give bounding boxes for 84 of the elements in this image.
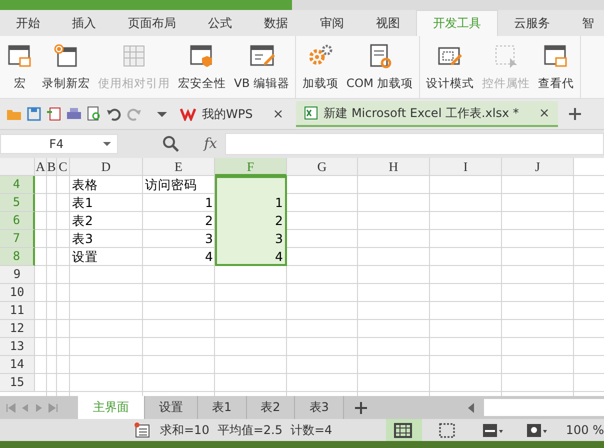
ribbon-tab[interactable]: 智 bbox=[566, 10, 604, 36]
notes-icon[interactable] bbox=[134, 422, 152, 438]
row-header[interactable]: 10 bbox=[0, 284, 35, 302]
table-cell-text: 表格 bbox=[71, 176, 99, 194]
column-header[interactable]: B bbox=[47, 158, 57, 176]
status-stat: 平均值=2.5 bbox=[217, 422, 282, 438]
table-cell: 3 bbox=[215, 230, 287, 248]
grid-view-icon bbox=[392, 421, 415, 439]
status-stat: 求和=10 bbox=[160, 422, 210, 438]
ribbon-button[interactable]: 宏安全性 bbox=[174, 36, 230, 98]
table-cell-text: 4 bbox=[204, 248, 214, 266]
add-tab-icon[interactable] bbox=[568, 107, 582, 121]
print-icon[interactable] bbox=[66, 106, 82, 122]
sheet-tab[interactable]: 主界面 bbox=[78, 396, 145, 419]
table-cell-text: 表3 bbox=[71, 230, 94, 248]
ribbon-button[interactable]: 录制新宏 bbox=[38, 36, 94, 98]
sheet-tab[interactable]: 表3 bbox=[295, 396, 344, 419]
column-header[interactable]: E bbox=[143, 158, 215, 176]
ribbon-button[interactable]: COM 加载项 bbox=[342, 36, 418, 98]
column-header[interactable]: J bbox=[502, 158, 574, 176]
ribbon-tab[interactable]: 云服务 bbox=[498, 10, 566, 36]
document-tab[interactable]: 新建 Microsoft Excel 工作表.xlsx * × bbox=[296, 101, 558, 127]
ribbon-tab[interactable]: 数据 bbox=[248, 10, 304, 36]
ribbon-button[interactable]: VB 编辑器 bbox=[230, 36, 294, 98]
layout-icon bbox=[480, 421, 503, 439]
ribbon-tab[interactable]: 开始 bbox=[0, 10, 56, 36]
wps-logo-icon bbox=[180, 107, 196, 121]
ribbon-button[interactable]: 查看代 bbox=[534, 36, 578, 98]
table-cell-text: 表2 bbox=[71, 212, 94, 230]
row-header[interactable]: 11 bbox=[0, 302, 35, 320]
sheet-tab[interactable]: 表1 bbox=[198, 396, 247, 419]
ribbon-tab[interactable]: 视图 bbox=[360, 10, 416, 36]
save-icon[interactable] bbox=[26, 106, 42, 122]
selected-cell[interactable] bbox=[215, 176, 287, 194]
view-button[interactable] bbox=[386, 419, 422, 441]
table-cell-text: 3 bbox=[204, 230, 214, 248]
table-cell: 4 bbox=[215, 248, 287, 266]
add-sheet-icon[interactable] bbox=[354, 401, 368, 415]
name-box[interactable]: F4 bbox=[0, 134, 118, 154]
table-cell: 2 bbox=[215, 212, 287, 230]
formula-input[interactable] bbox=[225, 133, 604, 155]
document-tab[interactable]: 我的WPS × bbox=[172, 101, 292, 127]
close-tab[interactable]: × bbox=[272, 106, 284, 122]
horizontal-scrollbar[interactable] bbox=[484, 399, 604, 416]
ribbon-tab[interactable]: 公式 bbox=[192, 10, 248, 36]
undo-icon[interactable] bbox=[106, 106, 122, 122]
sheet-tab[interactable]: 设置 bbox=[145, 396, 198, 419]
ribbon-tab[interactable]: 页面布局 bbox=[112, 10, 192, 36]
ribbon-button[interactable]: 加载项 bbox=[298, 36, 342, 98]
insert-function-button[interactable]: fx bbox=[204, 136, 218, 152]
row-header[interactable]: 14 bbox=[0, 356, 35, 374]
table-cell-text: 2 bbox=[204, 212, 214, 230]
table-cell-text: 访问密码 bbox=[144, 176, 198, 194]
record-icon bbox=[52, 42, 80, 70]
export-icon[interactable] bbox=[46, 106, 62, 122]
column-header[interactable]: G bbox=[287, 158, 358, 176]
column-header[interactable]: C bbox=[57, 158, 70, 176]
column-header[interactable]: D bbox=[70, 158, 143, 176]
scroll-left-icon[interactable] bbox=[466, 402, 476, 414]
column-header[interactable]: I bbox=[430, 158, 502, 176]
zoom-icon[interactable] bbox=[162, 135, 180, 153]
zoom-level[interactable]: 100 % bbox=[566, 423, 604, 437]
table-cell-text: 设置 bbox=[71, 248, 99, 266]
row-header[interactable]: 12 bbox=[0, 320, 35, 338]
ribbon-button[interactable]: 设计模式 bbox=[422, 36, 478, 98]
row-header[interactable]: 9 bbox=[0, 266, 35, 284]
status-stat: 计数=4 bbox=[290, 422, 332, 438]
row-header[interactable]: 13 bbox=[0, 338, 35, 356]
ribbon-tab[interactable]: 审阅 bbox=[304, 10, 360, 36]
row-header[interactable]: 15 bbox=[0, 374, 35, 392]
table-cell-text: 1 bbox=[204, 194, 214, 212]
eye-icon bbox=[524, 421, 547, 439]
preview-icon[interactable] bbox=[86, 106, 102, 122]
column-header[interactable]: H bbox=[358, 158, 430, 176]
table-cell-text: 表1 bbox=[71, 194, 94, 212]
dropdown-icon bbox=[103, 141, 111, 147]
spreadsheet-icon bbox=[304, 106, 318, 120]
column-header[interactable]: A bbox=[35, 158, 47, 176]
table-cell: 1 bbox=[215, 194, 287, 212]
ribbon-tab[interactable]: 插入 bbox=[56, 10, 112, 36]
close-tab[interactable]: × bbox=[538, 106, 550, 120]
dropdown-icon[interactable] bbox=[156, 109, 168, 119]
ribbon-button[interactable]: 宏 bbox=[2, 36, 38, 98]
sheet-tab[interactable]: 表2 bbox=[246, 396, 296, 419]
